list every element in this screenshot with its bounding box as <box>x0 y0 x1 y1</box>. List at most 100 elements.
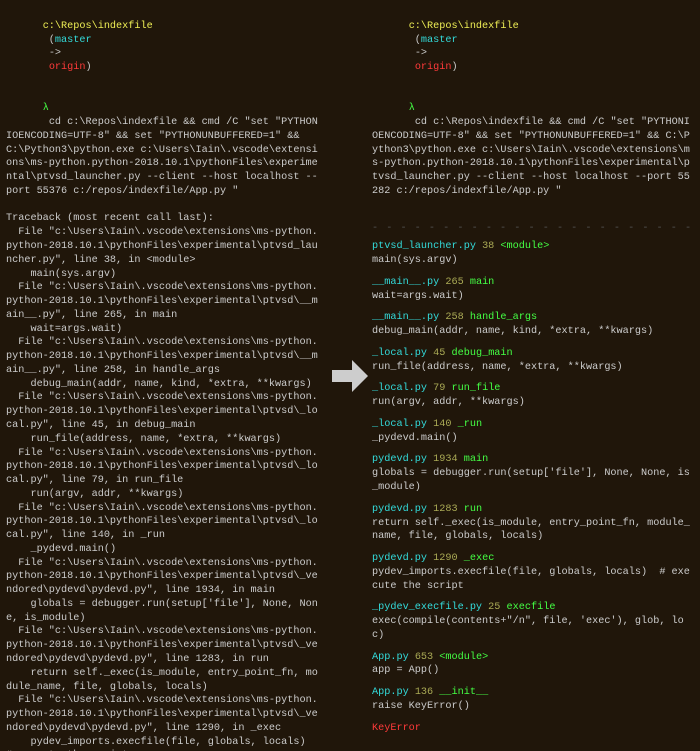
frame-function: main <box>464 454 488 465</box>
frame-function: _exec <box>464 553 495 564</box>
pretty-frame-source: pydev_imports.execfile(file, globals, lo… <box>372 566 694 594</box>
right-command-text: cd c:\Repos\indexfile && cmd /C "set "PY… <box>372 117 690 197</box>
pretty-frame-header: _local.py 45 debug_main <box>372 347 694 361</box>
frame-filename: _local.py <box>372 419 427 430</box>
prompt-path: c:\Repos\indexfile <box>43 21 153 32</box>
frame-filename: _local.py <box>372 383 427 394</box>
pretty-frame-header: _local.py 79 run_file <box>372 382 694 396</box>
frame-filename: ptvsd_launcher.py <box>372 241 476 252</box>
pretty-frame-header: __main__.py 258 handle_args <box>372 311 694 325</box>
traceback-frame-location: File "c:\Users\Iain\.vscode\extensions\m… <box>6 502 322 543</box>
frame-lineno: 25 <box>488 602 500 613</box>
pretty-frame-source: raise KeyError() <box>372 700 694 714</box>
prompt-path: c:\Repos\indexfile <box>409 21 519 32</box>
pretty-frame-source: debug_main(addr, name, kind, *extra, **k… <box>372 325 694 339</box>
frame-lineno: 1283 <box>433 504 457 515</box>
frame-function: run <box>464 504 482 515</box>
traceback-frame-source: wait=args.wait) <box>6 323 322 337</box>
traceback-frame-source: run_file(address, name, *extra, **kwargs… <box>6 433 322 447</box>
traceback-header: Traceback (most recent call last): <box>6 212 322 226</box>
frame-filename: App.py <box>372 687 409 698</box>
traceback-frame-source: return self._exec(is_module, entry_point… <box>6 667 322 695</box>
traceback-frame-source: pydev_imports.execfile(file, globals, lo… <box>6 736 322 751</box>
pretty-frame-source: run_file(address, name, *extra, **kwargs… <box>372 361 694 375</box>
divider-line: - - - - - - - - - - - - - - - - - - - - … <box>372 220 694 240</box>
frame-function: _run <box>458 419 482 430</box>
pretty-frame-header: __main__.py 265 main <box>372 276 694 290</box>
frame-lineno: 140 <box>433 419 451 430</box>
frame-filename: pydevd.py <box>372 454 427 465</box>
pretty-frame-header: pydevd.py 1290 _exec <box>372 552 694 566</box>
left-terminal-pane: c:\Repos\indexfile (master -> origin) λ … <box>0 0 328 751</box>
traceback-frame-source: globals = debugger.run(setup['file'], No… <box>6 598 322 626</box>
pretty-frame-source: globals = debugger.run(setup['file'], No… <box>372 467 694 495</box>
right-frames: ptvsd_launcher.py 38 <module>main(sys.ar… <box>372 240 694 721</box>
frame-filename: __main__.py <box>372 312 439 323</box>
frame-lineno: 45 <box>433 348 445 359</box>
pretty-frame-header: App.py 136 __init__ <box>372 686 694 700</box>
pretty-frame-source: _pydevd.main() <box>372 432 694 446</box>
right-prompt: c:\Repos\indexfile (master -> origin) <box>372 6 694 89</box>
pretty-frame-source: return self._exec(is_module, entry_point… <box>372 517 694 545</box>
frame-filename: pydevd.py <box>372 553 427 564</box>
traceback-frame-source: main(sys.argv) <box>6 268 322 282</box>
frame-lineno: 79 <box>433 383 445 394</box>
left-prompt: c:\Repos\indexfile (master -> origin) <box>6 6 322 89</box>
frame-function: __init__ <box>439 687 488 698</box>
right-command: λ cd c:\Repos\indexfile && cmd /C "set "… <box>372 89 694 213</box>
right-exception: KeyError <box>372 722 694 736</box>
frame-lineno: 265 <box>445 277 463 288</box>
frame-filename: pydevd.py <box>372 504 427 515</box>
frame-lineno: 136 <box>415 687 433 698</box>
right-terminal-pane: c:\Repos\indexfile (master -> origin) λ … <box>372 0 700 751</box>
frame-lineno: 1290 <box>433 553 457 564</box>
arrow-right-icon <box>328 354 372 398</box>
traceback-frame-location: File "c:\Users\Iain\.vscode\extensions\m… <box>6 336 322 377</box>
lambda-icon: λ <box>43 103 49 114</box>
frame-lineno: 38 <box>482 241 494 252</box>
traceback-frame-source: _pydevd.main() <box>6 543 322 557</box>
frame-function: handle_args <box>470 312 537 323</box>
frame-filename: _pydev_execfile.py <box>372 602 482 613</box>
traceback-frame-location: File "c:\Users\Iain\.vscode\extensions\m… <box>6 447 322 488</box>
frame-filename: __main__.py <box>372 277 439 288</box>
traceback-frame-location: File "c:\Users\Iain\.vscode\extensions\m… <box>6 226 322 267</box>
traceback-frame-location: File "c:\Users\Iain\.vscode\extensions\m… <box>6 391 322 432</box>
left-frames: File "c:\Users\Iain\.vscode\extensions\m… <box>6 226 322 751</box>
frame-function: main <box>470 277 494 288</box>
frame-lineno: 258 <box>445 312 463 323</box>
pretty-frame-source: main(sys.argv) <box>372 254 694 268</box>
pretty-frame-header: _local.py 140 _run <box>372 418 694 432</box>
traceback-frame-location: File "c:\Users\Iain\.vscode\extensions\m… <box>6 625 322 666</box>
frame-lineno: 653 <box>415 652 433 663</box>
frame-function: run_file <box>452 383 501 394</box>
pretty-frame-header: ptvsd_launcher.py 38 <module> <box>372 240 694 254</box>
left-command-text: cd c:\Repos\indexfile && cmd /C "set "PY… <box>6 117 318 197</box>
transform-arrow <box>328 0 372 751</box>
pretty-frame-header: _pydev_execfile.py 25 execfile <box>372 601 694 615</box>
frame-filename: App.py <box>372 652 409 663</box>
traceback-frame-location: File "c:\Users\Iain\.vscode\extensions\m… <box>6 281 322 322</box>
traceback-frame-source: run(argv, addr, **kwargs) <box>6 488 322 502</box>
lambda-icon: λ <box>409 103 415 114</box>
pretty-frame-source: app = App() <box>372 664 694 678</box>
pretty-frame-source: wait=args.wait) <box>372 290 694 304</box>
prompt-branch: master <box>55 35 92 46</box>
frame-lineno: 1934 <box>433 454 457 465</box>
frame-function: <module> <box>500 241 549 252</box>
pretty-frame-header: pydevd.py 1283 run <box>372 503 694 517</box>
comparison-canvas: c:\Repos\indexfile (master -> origin) λ … <box>0 0 700 751</box>
frame-function: debug_main <box>452 348 513 359</box>
frame-function: execfile <box>507 602 556 613</box>
pretty-frame-header: App.py 653 <module> <box>372 651 694 665</box>
traceback-frame-location: File "c:\Users\Iain\.vscode\extensions\m… <box>6 557 322 598</box>
traceback-frame-location: File "c:\Users\Iain\.vscode\extensions\m… <box>6 694 322 735</box>
traceback-frame-source: debug_main(addr, name, kind, *extra, **k… <box>6 378 322 392</box>
pretty-frame-header: pydevd.py 1934 main <box>372 453 694 467</box>
pretty-frame-source: exec(compile(contents+"/n", file, 'exec'… <box>372 615 694 643</box>
prompt-remote: origin <box>49 62 86 73</box>
frame-function: <module> <box>439 652 488 663</box>
left-command: λ cd c:\Repos\indexfile && cmd /C "set "… <box>6 89 322 213</box>
frame-filename: _local.py <box>372 348 427 359</box>
pretty-frame-source: run(argv, addr, **kwargs) <box>372 396 694 410</box>
